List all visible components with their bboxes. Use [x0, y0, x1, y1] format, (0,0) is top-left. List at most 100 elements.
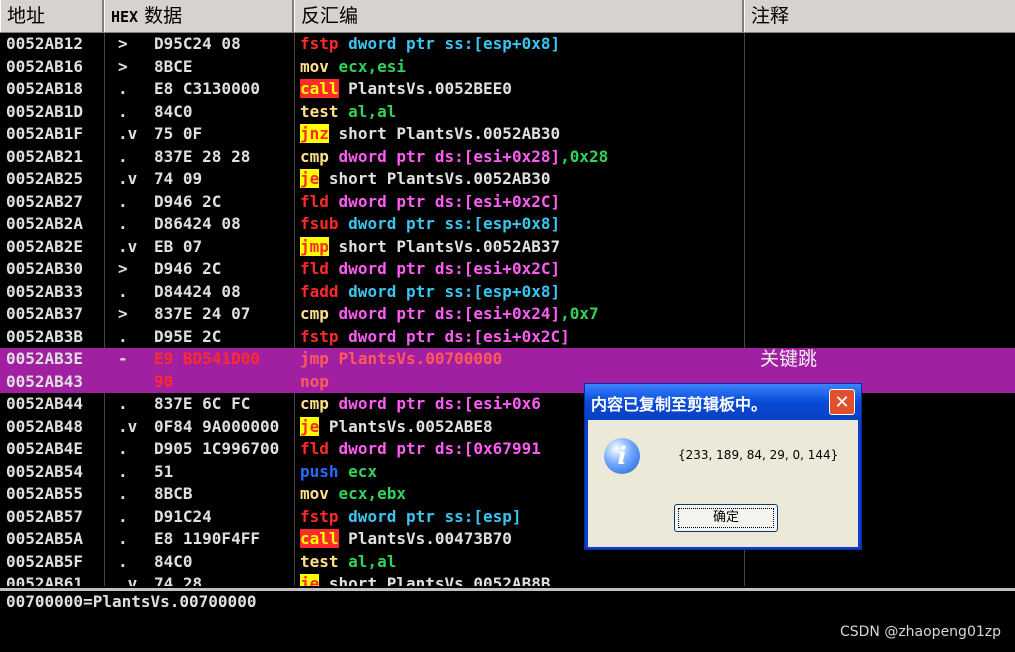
address-cell: 0052AB5A [6, 529, 84, 548]
listing-row[interactable]: 0052AB4E. D905 1C996700 fld dword ptr ds:[… [0, 438, 1015, 461]
header-disassembly[interactable]: 反汇编 [294, 0, 744, 32]
operand: PlantsVs.0052ABE8 [328, 416, 493, 436]
hex-cell: D946 2C [154, 191, 222, 211]
column-header: 地址 HEX 数据 反汇编 注释 [0, 0, 1015, 33]
mnemonic: je [300, 169, 320, 188]
listing-row[interactable]: 0052AB30 > D946 2C fld dword ptr ds:[esi+0x… [0, 258, 1015, 281]
jump-marker: .v [118, 124, 138, 143]
listing-row[interactable]: 0052AB61 .v 74 28 je short PlantsVs.0052AB8… [0, 573, 1015, 586]
hex-cell: 84C0 [154, 551, 193, 571]
mnemonic: jnz [300, 124, 329, 143]
focus-rect [678, 508, 774, 528]
jump-marker: . [118, 551, 128, 571]
address-cell: 0052AB48 [6, 416, 84, 436]
listing-row[interactable]: 0052AB44. 837E 6C FC cmp dword ptr ds:[esi… [0, 393, 1015, 416]
disasm-cell: fstp dword ptr ss:[esp+0x8] [300, 33, 742, 56]
disassembly-listing[interactable]: 0052AB12 > D95C24 08 fstp dword ptr ss:[esp… [0, 33, 1015, 586]
listing-row[interactable]: 0052AB21. 837E 28 28 cmp dword ptr ds:[esi… [0, 146, 1015, 169]
hex-cell: 8BCB [154, 484, 193, 503]
address-cell: 0052AB61 [6, 574, 84, 586]
header-comment[interactable]: 注释 [744, 0, 1015, 32]
disasm-cell: jmp short PlantsVs.0052AB37 [300, 236, 742, 259]
operand: al,al [348, 551, 397, 571]
operand: dword ptr ss:[esp+0x8] [348, 281, 561, 301]
operand: dword ptr ss:[esp] [348, 506, 522, 526]
disasm-cell: test al,al [300, 551, 742, 574]
listing-row[interactable]: 0052AB3E - E9 BD541D00 jmp PlantsVs.0070000… [0, 348, 1015, 371]
mnemonic: fstp [300, 326, 339, 346]
mnemonic: fstp [300, 34, 339, 53]
listing-row[interactable]: 0052AB5A. E8 1190F4FF call PlantsVs.00473B… [0, 528, 1015, 551]
close-icon[interactable]: ✕ [829, 389, 855, 415]
hex-cell: 84C0 [154, 101, 193, 121]
mnemonic: test [300, 551, 339, 571]
header-address[interactable]: 地址 [0, 0, 104, 32]
listing-row[interactable]: 0052AB18. E8 C3130000 call PlantsVs.0052BE… [0, 78, 1015, 101]
address-cell: 0052AB1F [6, 124, 84, 143]
address-cell: 0052AB54 [6, 461, 84, 481]
dialog-titlebar[interactable]: 内容已复制至剪辑板中。 ✕ [585, 384, 861, 420]
ok-button[interactable]: 确定 [674, 504, 778, 532]
listing-row[interactable]: 0052AB27. D946 2C fld dword ptr ds:[esi+0x… [0, 191, 1015, 214]
jump-marker: . [118, 394, 128, 413]
address-cell: 0052AB27 [6, 191, 84, 211]
listing-row[interactable]: 0052AB2E .v EB 07 jmp short PlantsVs.0052AB… [0, 236, 1015, 259]
header-hex-data[interactable]: HEX 数据 [104, 0, 294, 32]
operand: ecx,esi [338, 56, 406, 76]
hex-cell: 837E 28 28 [154, 146, 251, 166]
mnemonic: fstp [300, 506, 339, 526]
address-cell: 0052AB33 [6, 281, 84, 301]
listing-row[interactable]: 0052AB37 >837E 24 07 cmp dword ptr ds:[esi… [0, 303, 1015, 326]
disasm-cell: cmp dword ptr ds:[esi+0x24],0x7 [300, 303, 742, 326]
address-cell: 0052AB30 [6, 259, 84, 278]
mnemonic: je [300, 416, 320, 436]
address-cell: 0052AB18 [6, 79, 84, 98]
listing-row[interactable]: 0052AB57. D91C24 fstp dword ptr ss:[esp] [0, 506, 1015, 529]
mnemonic: cmp [300, 394, 329, 413]
listing-row[interactable]: 0052AB33. D84424 08 fadd dword ptr ss:[esp… [0, 281, 1015, 304]
listing-row[interactable]: 0052AB54. 51 push ecx [0, 461, 1015, 484]
hex-cell: 74 28 [154, 574, 203, 586]
listing-row[interactable]: 0052AB5F. 84C0 test al,al [0, 551, 1015, 574]
mnemonic: test [300, 101, 339, 121]
listing-row[interactable]: 0052AB12 > D95C24 08 fstp dword ptr ss:[esp… [0, 33, 1015, 56]
jump-marker: . [118, 484, 128, 503]
jump-marker: - [118, 349, 128, 368]
message-dialog: 内容已复制至剪辑板中。 ✕ i {233, 189, 84, 29, 0, 14… [584, 383, 862, 550]
listing-row[interactable]: 0052AB1F .v 75 0F jnz short PlantsVs.0052AB… [0, 123, 1015, 146]
mnemonic: call [300, 79, 339, 98]
listing-row[interactable]: 0052AB48 .v 0F84 9A000000 je PlantsVs.0052A… [0, 416, 1015, 439]
mnemonic: call [300, 529, 339, 548]
disasm-cell: jmp PlantsVs.00700000 [300, 348, 742, 371]
hex-cell: D95E 2C [154, 326, 222, 346]
hex-cell: 75 0F [154, 124, 203, 143]
operand: short PlantsVs.0052AB8B [328, 574, 551, 586]
listing-row[interactable]: 0052AB25 .v 74 09 je short PlantsVs.0052AB3… [0, 168, 1015, 191]
jump-marker: . [118, 326, 128, 346]
operand: dword ptr ds:[esi+0x2C] [338, 259, 561, 278]
address-cell: 0052AB2A [6, 214, 84, 233]
listing-row[interactable]: 0052AB16 >8BCE mov ecx,esi [0, 56, 1015, 79]
listing-row[interactable]: 0052AB3B. D95E 2C fstp dword ptr ds:[esi+0… [0, 326, 1015, 349]
address-cell: 0052AB57 [6, 506, 84, 526]
operand: dword ptr ss:[esp+0x8] [348, 34, 561, 53]
disasm-cell: je short PlantsVs.0052AB30 [300, 168, 742, 191]
hex-cell: 8BCE [154, 56, 193, 76]
operand: ,0x7 [560, 304, 599, 323]
disasm-cell: fsub dword ptr ss:[esp+0x8] [300, 213, 742, 236]
hex-cell: 51 [154, 461, 174, 481]
hex-cell: E8 C3130000 [154, 79, 260, 98]
info-icon: i [604, 438, 640, 474]
hex-cell: D91C24 [154, 506, 212, 526]
jump-marker: . [118, 214, 128, 233]
address-cell: 0052AB16 [6, 56, 84, 76]
jump-marker: . [118, 529, 128, 548]
address-cell: 0052AB2E [6, 236, 84, 256]
operand: dword ptr ds:[esi+0x2C] [348, 326, 570, 346]
address-cell: 0052AB1D [6, 101, 84, 121]
info-pane: 00700000=PlantsVs.00700000 CSDN @zhaopen… [0, 588, 1015, 652]
listing-row[interactable]: 0052AB2A. D86424 08 fsub dword ptr ss:[esp… [0, 213, 1015, 236]
listing-row[interactable]: 0052AB1D. 84C0 test al,al [0, 101, 1015, 124]
listing-row[interactable]: 0052AB43 90 nop [0, 370, 1015, 393]
listing-row[interactable]: 0052AB55. 8BCB mov ecx,ebx [0, 483, 1015, 506]
